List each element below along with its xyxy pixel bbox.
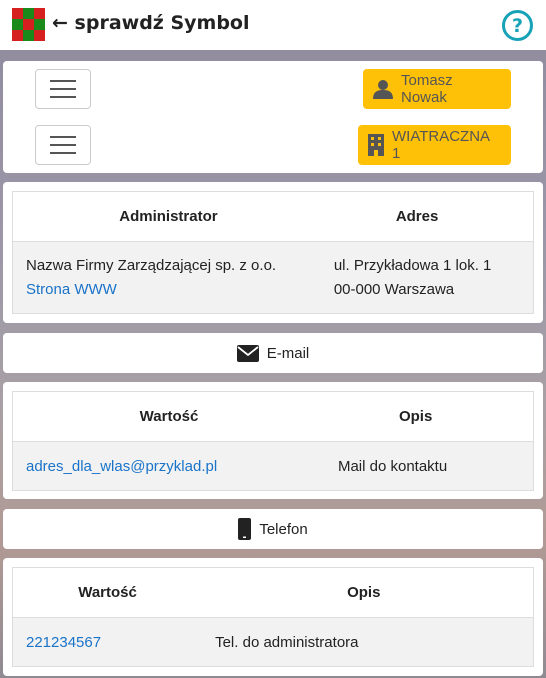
menu-toggle-button-1[interactable] xyxy=(35,69,91,109)
phone-card: Wartość Opis 221234567 Tel. do administr… xyxy=(3,558,543,676)
address-line-2: 00-000 Warszawa xyxy=(333,280,455,298)
phone-section-header: Telefon xyxy=(3,509,543,549)
address-cell: ul. Przykładowa 1 lok. 1 00-000 Warszawa xyxy=(323,241,534,314)
page-title[interactable]: ← sprawdź Symbol xyxy=(52,12,250,34)
admin-name: Nazwa Firmy Zarządzającej sp. z o.o. xyxy=(26,256,277,274)
user-icon xyxy=(373,80,393,99)
top-bar: ← sprawdź Symbol ? xyxy=(0,0,546,50)
user-button[interactable]: Tomasz Nowak xyxy=(363,69,511,109)
phone-value-link[interactable]: 221234567 xyxy=(26,634,101,651)
header-administrator: Administrator xyxy=(12,191,324,242)
building-button[interactable]: WIATRACZNA 1 xyxy=(358,125,511,165)
email-description-cell: Mail do kontaktu xyxy=(324,441,534,491)
email-section-header: E-mail xyxy=(3,333,543,373)
mobile-phone-icon xyxy=(238,518,252,540)
help-icon[interactable]: ? xyxy=(502,10,533,41)
phone-description-cell: Tel. do administratora xyxy=(202,617,534,667)
email-value-cell: adres_dla_wlas@przyklad.pl xyxy=(12,441,325,491)
building-icon xyxy=(368,134,384,156)
phone-header-value: Wartość xyxy=(12,567,203,618)
phone-table: Wartość Opis 221234567 Tel. do administr… xyxy=(12,567,534,667)
email-card: Wartość Opis adres_dla_wlas@przyklad.pl … xyxy=(3,382,543,499)
email-header-value: Wartość xyxy=(12,391,325,442)
email-header-description: Opis xyxy=(324,391,534,442)
phone-value-cell: 221234567 xyxy=(12,617,203,667)
admin-card: Administrator Adres Nazwa Firmy Zarządza… xyxy=(3,182,543,323)
nav-card: Tomasz Nowak WIATRACZNA 1 xyxy=(3,61,543,173)
envelope-icon xyxy=(236,344,259,362)
email-table: Wartość Opis adres_dla_wlas@przyklad.pl … xyxy=(12,391,534,491)
user-name-label: Tomasz Nowak xyxy=(401,72,453,106)
menu-toggle-button-2[interactable] xyxy=(35,125,91,165)
app-logo[interactable] xyxy=(12,8,45,41)
phone-header-description: Opis xyxy=(202,567,534,618)
email-section-label: E-mail xyxy=(266,344,310,362)
admin-cell: Nazwa Firmy Zarządzającej sp. z o.o. Str… xyxy=(12,241,324,314)
admin-website-link[interactable]: Strona WWW xyxy=(26,278,324,302)
email-value-link[interactable]: adres_dla_wlas@przyklad.pl xyxy=(26,458,217,475)
address-line-1: ul. Przykładowa 1 lok. 1 xyxy=(333,256,492,274)
phone-section-label: Telefon xyxy=(259,520,308,538)
building-label: WIATRACZNA 1 xyxy=(392,128,490,162)
header-address: Adres xyxy=(323,191,534,242)
admin-table: Administrator Adres Nazwa Firmy Zarządza… xyxy=(12,191,534,314)
